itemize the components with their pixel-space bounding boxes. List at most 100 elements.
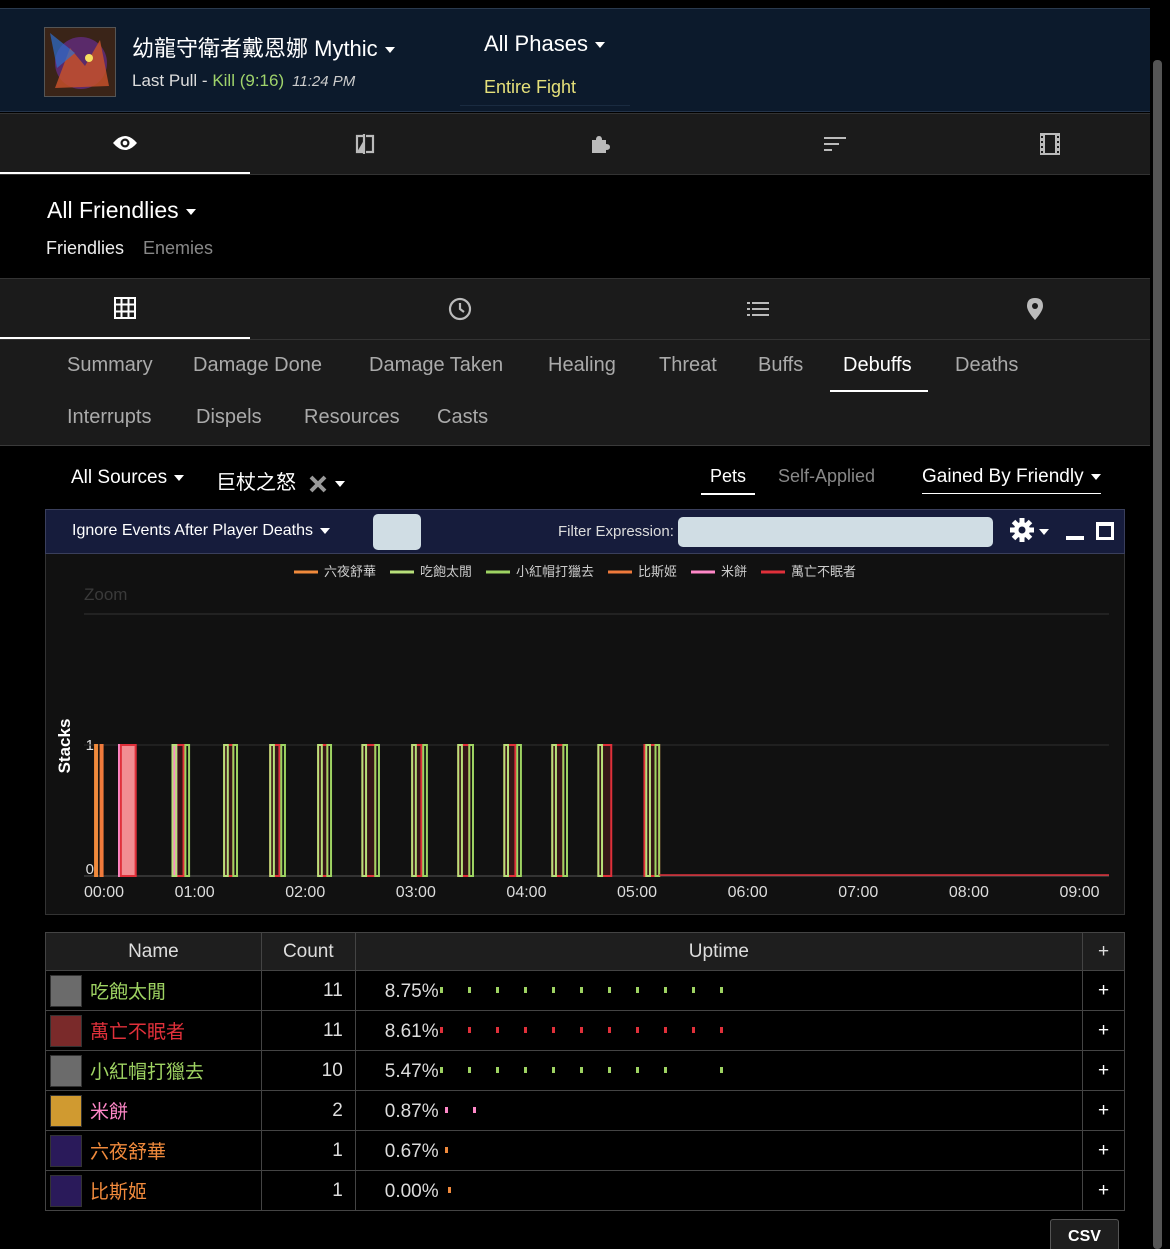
x-tick-label: 05:00 xyxy=(617,884,657,901)
gained-by-label: Gained By Friendly xyxy=(922,466,1084,487)
uptime-tick xyxy=(607,1027,611,1033)
y-tick-label: 0 xyxy=(86,861,94,878)
uptime-tick xyxy=(579,987,583,993)
sources-selector[interactable]: All Sources xyxy=(71,467,185,489)
expand-row-button[interactable]: + xyxy=(1082,1010,1125,1051)
uptime-cell: 8.75% xyxy=(354,970,1084,1011)
uptime-tick xyxy=(523,1027,527,1033)
player-name[interactable]: 萬亡不眠者 xyxy=(90,1017,185,1044)
friendlies-selector[interactable]: All Friendlies xyxy=(47,197,196,224)
tab-summary[interactable]: Summary xyxy=(67,354,153,377)
player-name[interactable]: 米餅 xyxy=(90,1097,128,1124)
tab-timeline-view[interactable] xyxy=(250,279,670,339)
clear-icon[interactable] xyxy=(308,474,328,494)
boss-portrait[interactable] xyxy=(44,27,116,97)
table-row[interactable]: 六夜舒華 1 0.67% + xyxy=(45,1130,1125,1171)
count-cell: 2 xyxy=(260,1090,356,1131)
phase-selector[interactable]: All Phases xyxy=(484,31,605,57)
tab-damage-taken[interactable]: Damage Taken xyxy=(369,354,503,377)
series-bar xyxy=(326,744,333,877)
uptime-header[interactable]: Uptime xyxy=(354,932,1084,971)
table-row[interactable]: 比斯姬 1 0.00% + xyxy=(45,1170,1125,1211)
main-tab-bar xyxy=(0,113,1150,175)
phase-subtitle[interactable]: Entire Fight xyxy=(484,77,576,98)
kill-status: Kill (9:16) xyxy=(212,71,285,90)
self-applied-toggle[interactable]: Self-Applied xyxy=(778,466,875,487)
count-header[interactable]: Count xyxy=(260,932,356,971)
zoom-label[interactable]: Zoom xyxy=(84,585,127,604)
expand-all-button[interactable]: + xyxy=(1082,932,1125,971)
tab-table-view[interactable] xyxy=(0,279,250,339)
page-scrollbar[interactable] xyxy=(1153,60,1162,1249)
tab-compare[interactable] xyxy=(250,114,480,174)
tab-threat[interactable]: Threat xyxy=(659,354,717,377)
filter-expression-input[interactable] xyxy=(678,517,993,547)
tab-replay[interactable] xyxy=(950,114,1150,174)
series-bar xyxy=(232,744,239,877)
tab-events-view[interactable] xyxy=(670,279,845,339)
gained-by-selector[interactable]: Gained By Friendly xyxy=(922,466,1101,494)
chevron-down-icon xyxy=(594,42,605,49)
chart-legend: 六夜舒華 吃飽太閒 小紅帽打獵去 比斯姬 米餅 萬亡不眠者 xyxy=(294,564,856,579)
tab-damage-done[interactable]: Damage Done xyxy=(193,354,322,377)
tab-view[interactable] xyxy=(0,114,250,174)
tab-plugins[interactable] xyxy=(480,114,720,174)
player-name[interactable]: 小紅帽打獵去 xyxy=(90,1057,204,1084)
maximize-icon[interactable] xyxy=(1096,522,1114,540)
tab-dispels[interactable]: Dispels xyxy=(196,406,262,429)
minimize-icon[interactable] xyxy=(1066,536,1084,540)
settings-menu[interactable] xyxy=(1010,518,1050,551)
debuff-table: Name Count Uptime + 吃飽太閒 11 8.75% + 萬亡不眠者 11 8… xyxy=(45,932,1125,1211)
player-name[interactable]: 吃飽太閒 xyxy=(90,977,166,1004)
player-name-cell[interactable]: 米餅 xyxy=(45,1090,262,1131)
tab-map-view[interactable] xyxy=(845,279,1170,339)
boss-name: 幼龍守衛者戴恩娜 Mythic xyxy=(132,36,378,61)
tab-enemies[interactable]: Enemies xyxy=(143,238,213,259)
expand-row-button[interactable]: + xyxy=(1082,970,1125,1011)
table-row[interactable]: 米餅 2 0.87% + xyxy=(45,1090,1125,1131)
ignore-events-toggle[interactable] xyxy=(373,514,421,550)
table-row[interactable]: 小紅帽打獵去 10 5.47% + xyxy=(45,1050,1125,1091)
player-name[interactable]: 六夜舒華 xyxy=(90,1137,166,1164)
tab-healing[interactable]: Healing xyxy=(548,354,616,377)
expand-row-button[interactable]: + xyxy=(1082,1090,1125,1131)
expand-row-button[interactable]: + xyxy=(1082,1130,1125,1171)
tab-buffs[interactable]: Buffs xyxy=(758,354,803,377)
last-pull-label: Last Pull - xyxy=(132,71,213,90)
pets-toggle[interactable]: Pets xyxy=(701,466,756,495)
table-row[interactable]: 萬亡不眠者 11 8.61% + xyxy=(45,1010,1125,1051)
uptime-tick xyxy=(635,1067,639,1073)
table-row[interactable]: 吃飽太閒 11 8.75% + xyxy=(45,970,1125,1011)
film-icon xyxy=(1040,133,1060,155)
player-name-cell[interactable]: 比斯姬 xyxy=(45,1170,262,1211)
player-name-cell[interactable]: 六夜舒華 xyxy=(45,1130,262,1171)
tab-interrupts[interactable]: Interrupts xyxy=(67,406,151,429)
tab-debuffs[interactable]: Debuffs xyxy=(843,354,912,377)
tab-deaths[interactable]: Deaths xyxy=(955,354,1018,377)
series-bar xyxy=(551,744,565,877)
csv-export-button[interactable]: CSV xyxy=(1050,1219,1119,1249)
uptime-cell: 0.87% xyxy=(354,1090,1084,1131)
boss-selector[interactable]: 幼龍守衛者戴恩娜 Mythic xyxy=(132,31,395,63)
uptime-tick xyxy=(467,987,471,993)
table-body: 吃飽太閒 11 8.75% + 萬亡不眠者 11 8.61% + 小紅帽打獵去 10 5.47% + 米… xyxy=(45,970,1125,1211)
tab-resources[interactable]: Resources xyxy=(304,406,400,429)
tab-rankings[interactable] xyxy=(720,114,950,174)
uptime-tick xyxy=(445,1107,449,1113)
uptime-cell: 0.00% xyxy=(354,1170,1084,1211)
ignore-events-selector[interactable]: Ignore Events After Player Deaths xyxy=(72,522,331,540)
tab-casts[interactable]: Casts xyxy=(437,406,488,429)
ability-selector[interactable]: 巨杖之怒 xyxy=(216,466,345,495)
player-name-cell[interactable]: 萬亡不眠者 xyxy=(45,1010,262,1051)
player-name[interactable]: 比斯姬 xyxy=(90,1177,147,1204)
phase-divider xyxy=(460,105,630,106)
player-name-cell[interactable]: 吃飽太閒 xyxy=(45,970,262,1011)
name-header[interactable]: Name xyxy=(45,932,262,971)
series-bar xyxy=(119,744,137,877)
uptime-tick xyxy=(663,987,667,993)
uptime-cell: 0.67% xyxy=(354,1130,1084,1171)
tab-friendlies[interactable]: Friendlies xyxy=(46,238,124,259)
expand-row-button[interactable]: + xyxy=(1082,1170,1125,1211)
player-name-cell[interactable]: 小紅帽打獵去 xyxy=(45,1050,262,1091)
expand-row-button[interactable]: + xyxy=(1082,1050,1125,1091)
